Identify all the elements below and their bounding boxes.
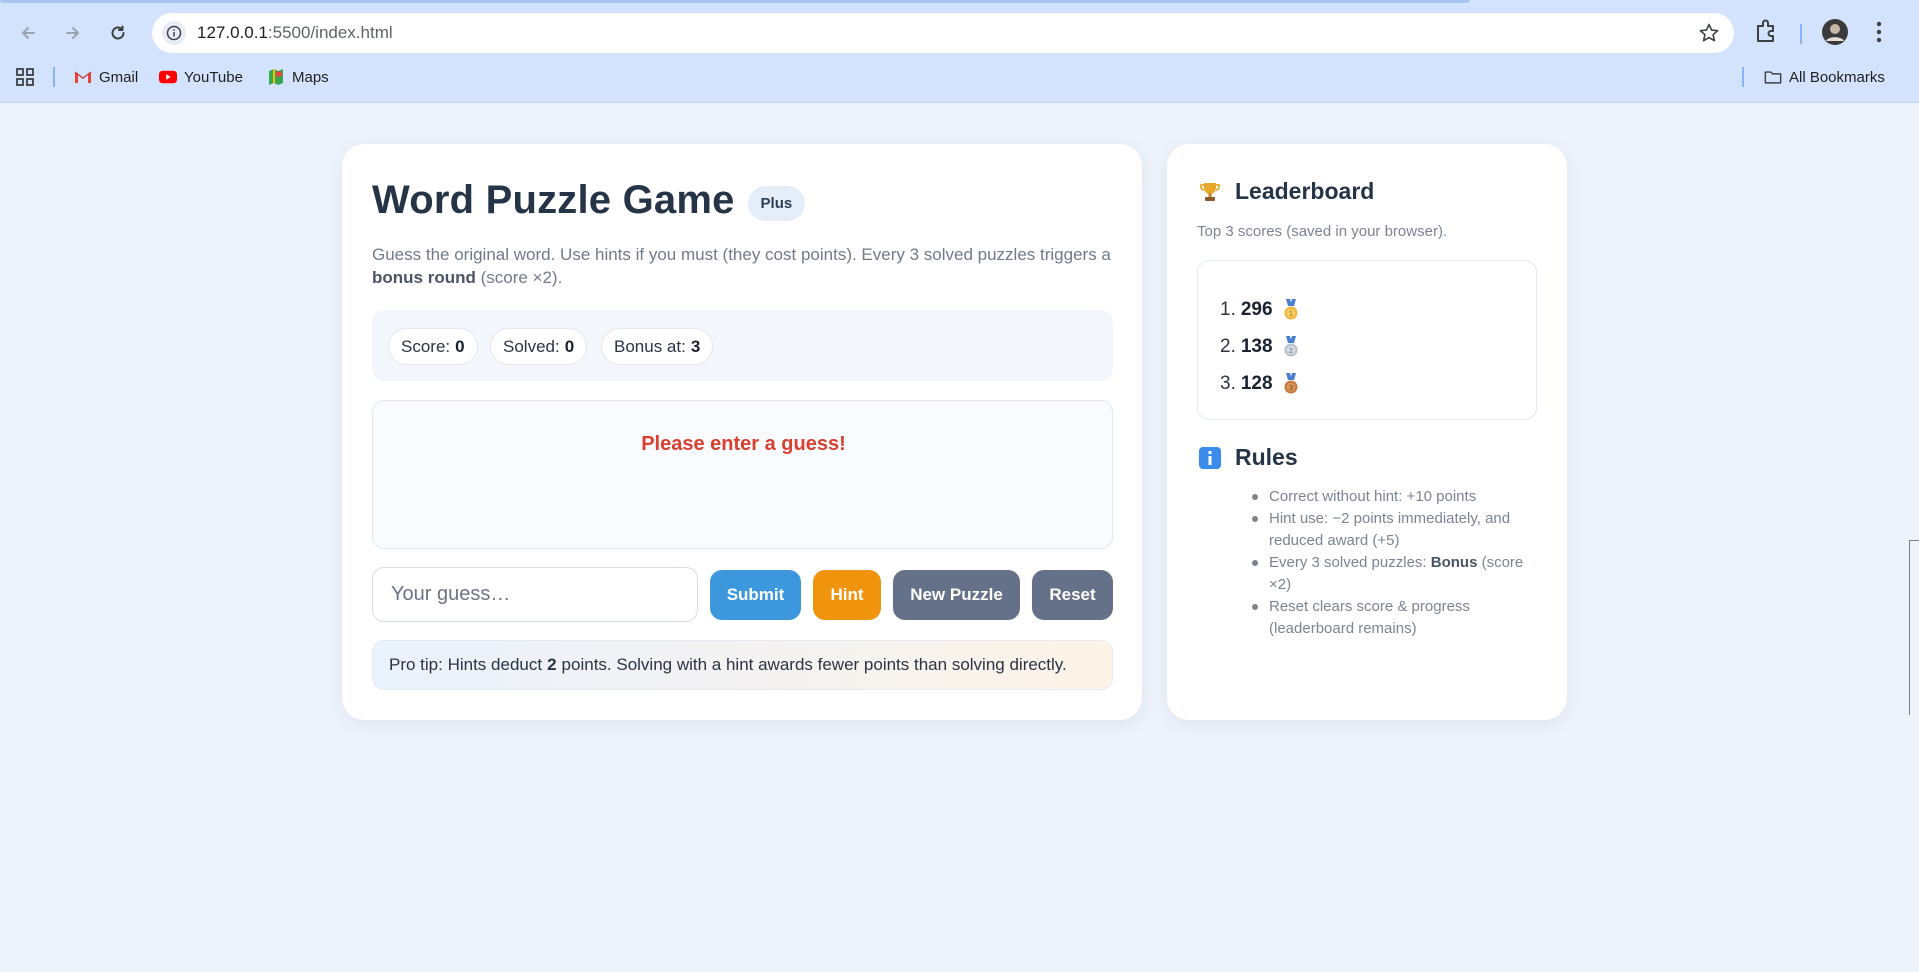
forward-icon[interactable] [56,16,90,50]
rule-item: Hint use: −2 points immediately, and red… [1252,508,1539,552]
svg-text:1: 1 [1288,310,1292,318]
bonus-label: Bonus at: [614,336,686,356]
bookmarks-divider [53,67,55,87]
svg-text:2: 2 [1288,347,1292,355]
rank: 3. [1220,373,1236,394]
rule-item: Correct without hint: +10 points [1252,486,1539,508]
bronze-medal-icon: 3 [1284,373,1298,394]
back-icon[interactable] [11,16,45,50]
maps-icon [267,68,285,86]
folder-icon [1764,68,1782,86]
sidebar-card: Leaderboard Top 3 scores (saved in your … [1167,144,1567,720]
bonus-text: Bonus [1430,554,1478,571]
url-text: 127.0.0.1:5500/index.html [197,23,393,43]
leaderboard-entry: 1. 296 1 [1220,299,1301,321]
bonus-value: 3 [690,336,701,356]
submit-button[interactable]: Submit [710,570,801,620]
url-path: :5500/index.html [267,23,393,42]
rule-text: Every 3 solved puzzles: [1269,554,1431,571]
title-row: Word Puzzle Game Plus [372,178,806,223]
rules-list: Correct without hint: +10 points Hint us… [1252,486,1539,640]
all-bookmarks-label: All Bookmarks [1789,68,1885,86]
bookmark-gmail[interactable]: Gmail [74,65,138,89]
extensions-icon[interactable] [1752,16,1782,53]
score: 296 [1240,299,1273,320]
bookmarks-divider [1742,67,1744,87]
site-info-icon[interactable] [162,21,186,45]
leaderboard-entry: 2. 138 2 [1220,336,1301,358]
bookmark-label: Gmail [99,68,139,86]
info-icon [1197,445,1223,471]
bonus-round-text: bonus round [372,268,476,287]
score: 128 [1240,373,1273,394]
leaderboard-heading: Leaderboard [1197,178,1374,205]
silver-medal-icon: 2 [1284,336,1298,357]
reload-icon[interactable] [101,16,135,50]
new-puzzle-button[interactable]: New Puzzle [893,570,1020,620]
hint-button[interactable]: Hint [813,570,881,620]
youtube-icon [159,68,177,86]
score-label: Score: [401,336,451,356]
puzzle-display: Please enter a guess! [372,400,1113,549]
feedback-message: Please enter a guess! [641,433,846,455]
window-edge-artifact [1909,540,1919,715]
leaderboard-entry: 3. 128 3 [1220,373,1301,395]
bookmark-youtube[interactable]: YouTube [159,65,243,89]
tab-strip [0,0,1919,10]
url-host: 127.0.0.1 [197,23,268,42]
bonus-pill: Bonus at: 3 [601,328,714,365]
all-bookmarks-button[interactable]: All Bookmarks [1764,65,1885,89]
bookmark-star-icon[interactable] [1698,22,1720,44]
game-card: Word Puzzle Game Plus Guess the original… [342,144,1142,720]
solved-value: 0 [564,336,575,356]
toolbar-divider [1800,24,1802,44]
stats-bar: Score: 0 Solved: 0 Bonus at: 3 [372,310,1113,381]
page-title: Word Puzzle Game [372,178,735,222]
score: 138 [1240,336,1273,357]
score-value: 0 [455,336,465,356]
rank: 1. [1220,299,1236,320]
solved-pill: Solved: 0 [490,328,588,365]
guess-input[interactable] [372,567,698,622]
gold-medal-icon: 1 [1284,299,1298,320]
bookmarks-bar: Gmail YouTube Maps All Bookmarks [0,62,1919,92]
address-bar[interactable]: 127.0.0.1:5500/index.html [152,13,1734,53]
leaderboard-title: Leaderboard [1235,178,1375,204]
description-text-end: (score ×2). [475,268,563,287]
score-pill: Score: 0 [388,328,478,365]
tip-text-end: points. Solving with a hint awards fewer… [561,655,1067,674]
bookmark-label: Maps [292,68,329,86]
apps-grid-icon[interactable] [14,65,36,89]
bookmark-label: YouTube [184,68,243,86]
profile-avatar[interactable] [1820,17,1850,52]
game-description: Guess the original word. Use hints if yo… [372,243,1117,289]
trophy-icon [1197,179,1223,205]
gmail-icon [74,68,92,86]
bookmark-maps[interactable]: Maps [267,65,329,89]
rules-heading: Rules [1197,444,1298,471]
browser-chrome: 127.0.0.1:5500/index.html Gmail YouTube … [0,0,1919,103]
leaderboard-list: 1. 296 1 2. 138 2 3. 128 3 [1197,260,1537,420]
chrome-divider [0,102,1919,103]
tip-points: 2 [547,655,557,674]
description-text: Guess the original word. Use hints if yo… [372,245,1111,264]
active-tab-indicator [0,0,1470,3]
rule-item: Every 3 solved puzzles: Bonus (score ×2) [1252,552,1539,596]
browser-toolbar: 127.0.0.1:5500/index.html [0,10,1919,55]
browser-menu-icon[interactable] [1866,18,1892,51]
rank: 2. [1220,336,1236,357]
rules-title: Rules [1235,444,1298,470]
svg-text:3: 3 [1288,384,1292,392]
plus-badge: Plus [747,186,806,221]
rule-item: Reset clears score & progress (leaderboa… [1252,596,1539,640]
leaderboard-subtitle: Top 3 scores (saved in your browser). [1197,223,1448,240]
tip-text: Pro tip: Hints deduct [389,655,543,674]
solved-label: Solved: [503,336,560,356]
reset-button[interactable]: Reset [1032,570,1113,620]
pro-tip: Pro tip: Hints deduct 2 points. Solving wi… [372,640,1113,690]
